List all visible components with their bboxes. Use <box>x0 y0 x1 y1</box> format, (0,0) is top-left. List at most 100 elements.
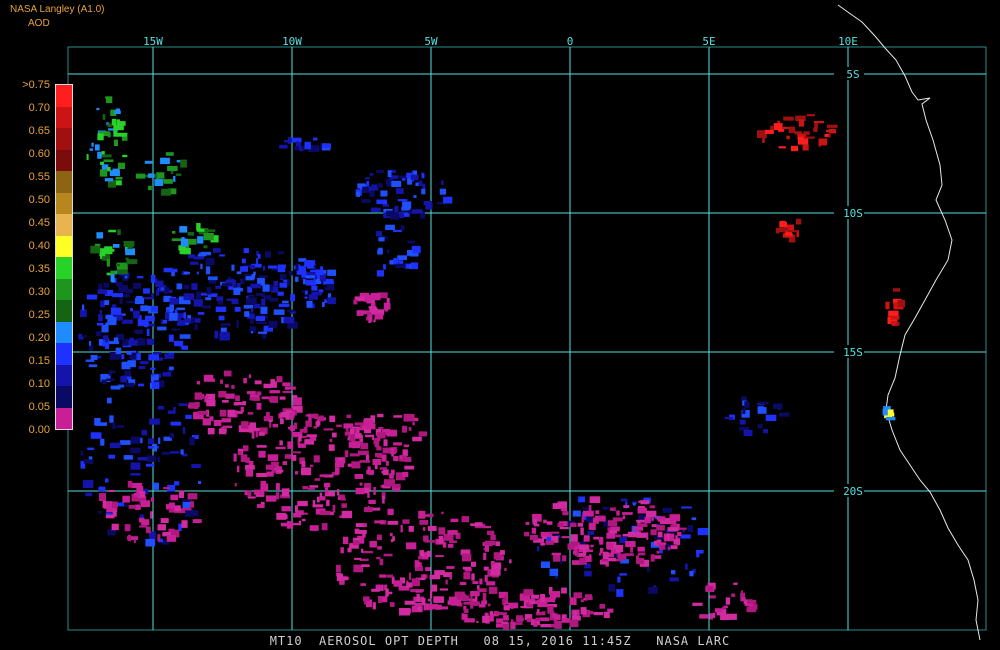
aod-pink-patch <box>381 454 387 462</box>
aod-pink-patch <box>519 617 524 621</box>
aod-pink-patch <box>372 436 375 440</box>
color-bar-segment <box>56 171 72 193</box>
aod-blue-patch <box>151 293 154 298</box>
aod-blue-patch <box>327 269 336 276</box>
aod-red-patch <box>806 114 815 117</box>
latitude-label: 20S <box>843 485 863 498</box>
aod-green-speckle <box>187 232 194 236</box>
aod-red-patch <box>765 129 774 134</box>
aod-blue-patch <box>102 340 105 347</box>
aod-pink-patch <box>540 594 546 602</box>
aod-blue-patch <box>176 283 183 290</box>
aod-pink-patch <box>276 469 284 473</box>
aod-pink-patch <box>346 414 352 419</box>
aod-pink-patch <box>419 550 425 557</box>
aod-pink-patch <box>363 487 370 494</box>
aod-blue-patch <box>608 584 616 592</box>
aod-blue-patch <box>80 450 84 456</box>
aod-blue-patch <box>313 265 316 268</box>
aod-blue-patch <box>85 492 93 497</box>
aod-pink-patch <box>562 555 567 562</box>
aod-pink-patch <box>446 566 455 569</box>
aod-pink-patch <box>482 593 487 601</box>
aod-pink-patch <box>364 423 376 430</box>
aod-pink-patch <box>354 422 364 426</box>
aod-pink-patch <box>404 465 415 470</box>
aod-blue-patch <box>146 338 155 345</box>
aod-pink-patch <box>338 457 344 461</box>
aod-pink-patch <box>573 592 583 599</box>
aod-blue-patch <box>739 419 746 425</box>
aod-pink-patch <box>329 415 336 423</box>
aod-blue-patch <box>387 170 392 178</box>
aod-green-speckle <box>125 248 135 256</box>
aod-pink-patch <box>385 588 389 597</box>
aod-pink-patch <box>590 544 594 548</box>
aod-pink-patch <box>421 597 426 606</box>
footer-caption: MT10 AEROSOL OPT DEPTH 08 15, 2016 11:45… <box>269 634 731 648</box>
aod-pink-patch <box>367 466 371 473</box>
aod-pink-patch <box>370 292 381 301</box>
aod-pink-patch <box>679 527 687 530</box>
aod-blue-patch <box>671 570 676 575</box>
scale-label: 0.55 <box>28 171 50 183</box>
aod-blue-patch <box>173 268 178 273</box>
aod-blue-patch <box>169 298 179 305</box>
aod-pink-patch <box>722 606 725 610</box>
aod-pink-patch <box>549 531 560 534</box>
aod-blue-patch <box>410 262 419 270</box>
aod-blue-patch <box>394 205 399 213</box>
aod-blue-patch <box>100 438 105 446</box>
aod-blue-patch <box>578 496 586 503</box>
aod-blue-patch <box>191 464 201 468</box>
aod-blue-patch <box>231 264 235 271</box>
aod-pink-patch <box>403 413 415 422</box>
latitude-label: 15S <box>843 346 863 359</box>
aod-blue-patch <box>680 534 691 539</box>
aod-pink-patch <box>289 412 294 420</box>
aod-blue-patch <box>391 180 402 187</box>
aod-pink-patch <box>418 431 427 437</box>
aod-blue-patch <box>105 342 109 347</box>
aod-blue-patch <box>164 353 174 359</box>
aod-blue-patch <box>250 283 261 289</box>
aod-green-speckle <box>115 264 120 267</box>
aod-blue-patch <box>86 294 98 300</box>
aod-blue-patch <box>304 296 308 299</box>
aod-blue-patch <box>130 462 141 470</box>
aod-pink-patch <box>269 390 280 394</box>
aod-pink-patch <box>297 443 306 448</box>
aod-pink-patch <box>740 597 746 602</box>
aod-blue-patch <box>207 276 218 281</box>
aod-blue-patch <box>123 293 130 298</box>
aod-pink-patch <box>287 488 290 493</box>
aod-blue-patch <box>104 300 110 305</box>
aod-pink-patch <box>364 507 373 513</box>
aod-blue-patch <box>279 144 288 149</box>
aod-green-speckle <box>102 114 106 120</box>
aod-pink-patch <box>580 607 587 615</box>
aod-pink-patch <box>367 492 370 498</box>
aod-pink-patch <box>550 591 561 598</box>
aod-blue-patch <box>222 282 233 287</box>
aod-blue-patch <box>96 331 102 337</box>
aod-pink-patch <box>427 598 432 602</box>
aod-pink-patch <box>297 500 308 507</box>
aod-blue-patch <box>174 481 180 486</box>
aod-blue-patch <box>382 204 389 207</box>
aod-pink-patch <box>245 465 255 470</box>
aod-pink-patch <box>573 610 577 619</box>
aod-pink-patch <box>279 396 286 400</box>
aod-red-patch <box>773 123 783 130</box>
aod-pink-patch <box>551 552 561 556</box>
aod-pink-patch <box>424 540 436 543</box>
aod-pink-patch <box>441 511 444 515</box>
aod-pink-patch <box>386 574 393 578</box>
aod-pink-patch <box>218 393 222 398</box>
aod-blue-patch <box>97 289 108 294</box>
aod-pink-patch <box>583 556 587 563</box>
aod-pink-patch <box>368 499 376 504</box>
aod-blue-patch <box>537 546 540 552</box>
aod-pink-patch <box>471 561 476 567</box>
aod-blue-patch <box>696 552 700 558</box>
